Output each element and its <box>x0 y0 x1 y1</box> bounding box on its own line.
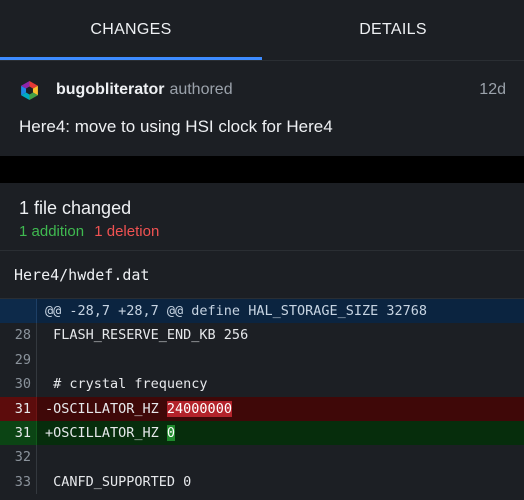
diff-line-deleted: 31 -OSCILLATOR_HZ 24000000 <box>0 396 524 421</box>
tab-changes[interactable]: CHANGES <box>0 0 262 60</box>
additions-count: 1 addition <box>19 223 85 240</box>
line-code-prefix: -OSCILLATOR_HZ <box>45 400 167 417</box>
line-number: 32 <box>0 445 37 470</box>
line-code: FLASH_RESERVE_END_KB 256 <box>37 323 524 348</box>
line-number: 31 <box>0 420 37 446</box>
diff-line: 28 FLASH_RESERVE_END_KB 256 <box>0 323 524 348</box>
hunk-header: @@ -28,7 +28,7 @@ define HAL_STORAGE_SIZ… <box>37 299 524 324</box>
hunk-gutter <box>0 299 37 324</box>
line-code: # crystal frequency <box>37 372 524 397</box>
author-name[interactable]: bugobliterator <box>56 81 164 99</box>
diff-line-added: 31 +OSCILLATOR_HZ 0 <box>0 420 524 446</box>
commit-header: bugobliterator authored 12d Here4: move … <box>0 60 524 156</box>
tab-details[interactable]: DETAILS <box>262 0 524 60</box>
file-path[interactable]: Here4/hwdef.dat <box>14 266 149 284</box>
deleted-token: 24000000 <box>166 400 232 417</box>
added-token: 0 <box>166 424 176 441</box>
diff-line: 32 <box>0 445 524 470</box>
line-code-prefix: +OSCILLATOR_HZ <box>45 424 167 441</box>
line-number: 28 <box>0 323 37 348</box>
section-divider <box>0 156 524 183</box>
change-stats: 1 addition 1 deletion <box>19 223 159 240</box>
change-summary: 1 file changed 1 addition 1 deletion <box>0 183 524 251</box>
file-header[interactable]: Here4/hwdef.dat <box>0 251 524 299</box>
diff-line: 33 CANFD_SUPPORTED 0 <box>0 469 524 495</box>
commit-age: 12d <box>479 81 506 98</box>
hexagon-avatar-icon[interactable] <box>19 80 40 101</box>
line-number: 29 <box>0 347 37 373</box>
deletions-count: 1 deletion <box>94 223 160 240</box>
diff-view: @@ -28,7 +28,7 @@ define HAL_STORAGE_SIZ… <box>0 299 524 495</box>
line-code <box>37 445 524 470</box>
hunk-header-row: @@ -28,7 +28,7 @@ define HAL_STORAGE_SIZ… <box>0 299 524 324</box>
author-row: bugobliterator authored 12d <box>19 79 506 101</box>
commit-message: Here4: move to using HSI clock for Here4 <box>19 117 333 136</box>
line-number: 33 <box>0 469 37 495</box>
diff-line: 29 <box>0 347 524 373</box>
line-code: CANFD_SUPPORTED 0 <box>37 469 524 495</box>
diff-line: 30 # crystal frequency <box>0 372 524 397</box>
files-changed-count: 1 file changed <box>19 198 132 218</box>
line-number: 30 <box>0 372 37 397</box>
line-number: 31 <box>0 396 37 421</box>
authored-label: authored <box>169 81 233 98</box>
line-code <box>37 347 524 373</box>
line-code: -OSCILLATOR_HZ 24000000 <box>37 396 524 421</box>
tab-bar: CHANGES DETAILS <box>0 0 524 60</box>
line-code: +OSCILLATOR_HZ 0 <box>37 420 524 446</box>
